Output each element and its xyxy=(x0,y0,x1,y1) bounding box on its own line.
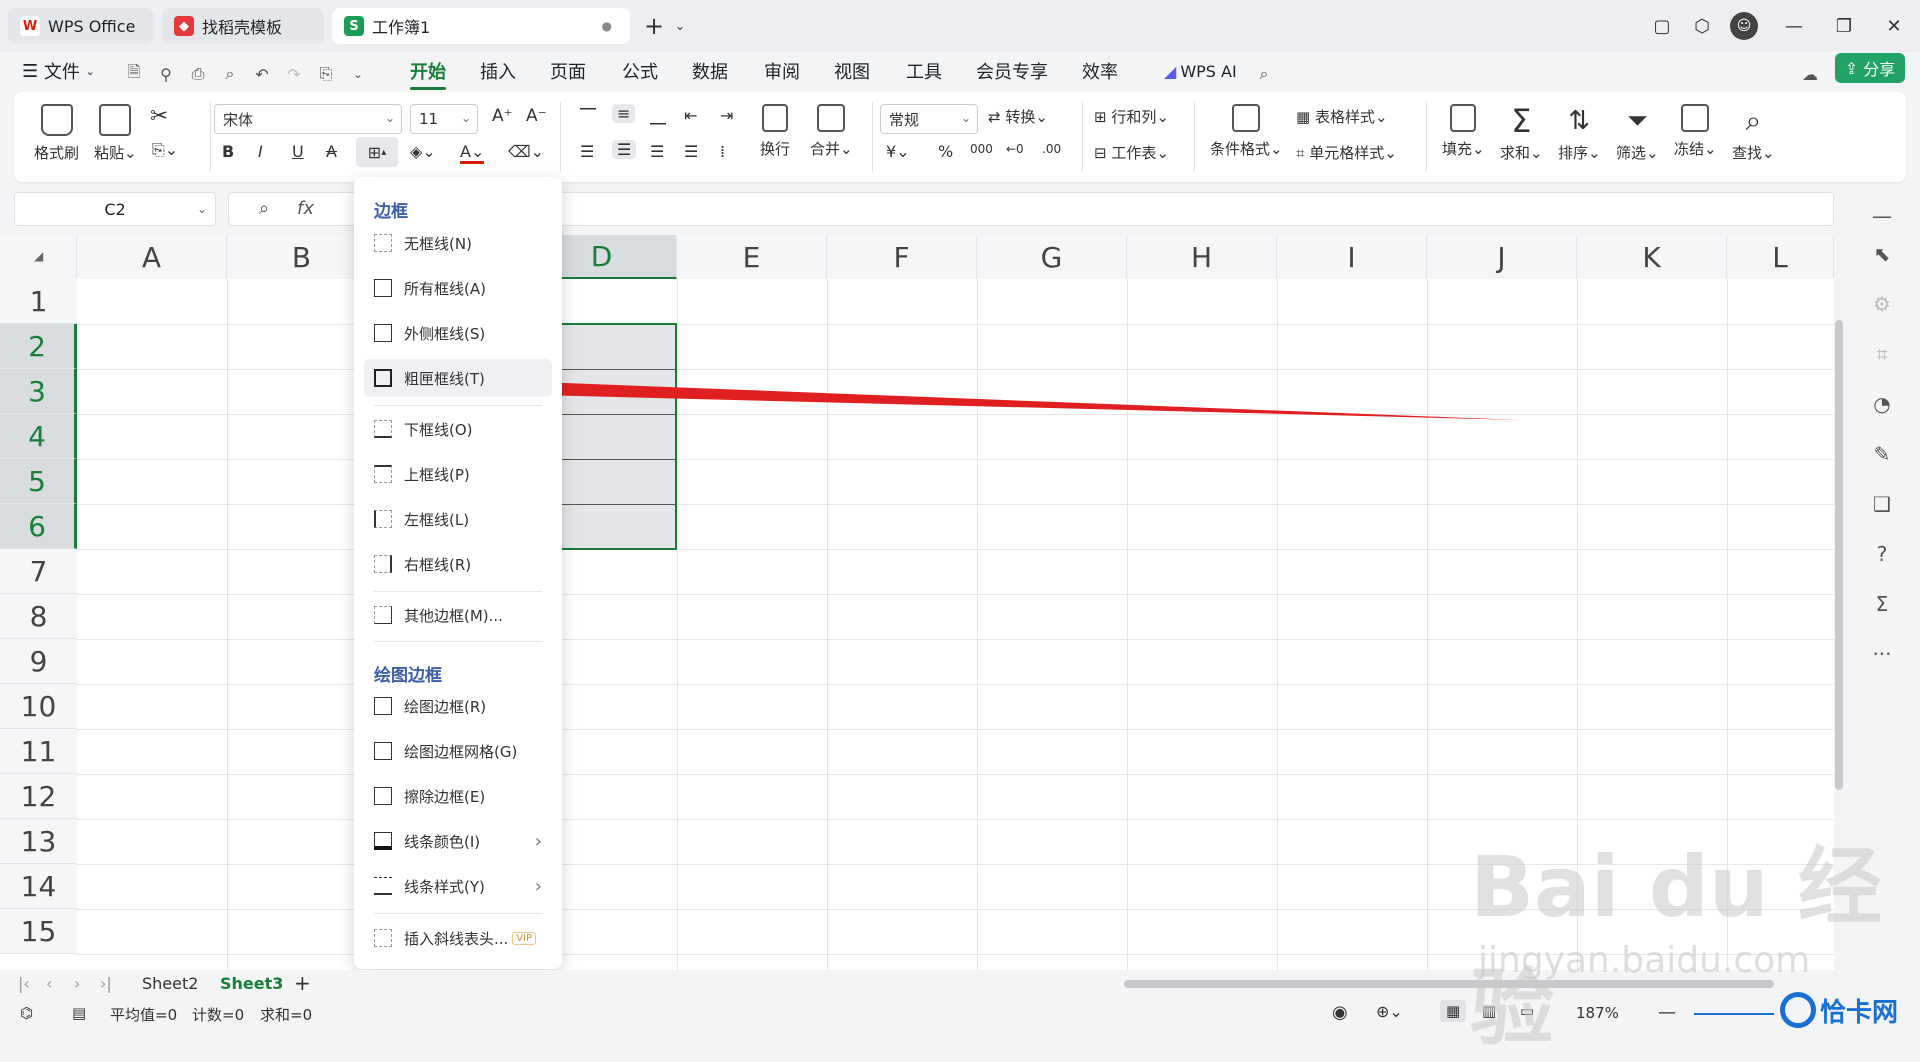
left-border-icon xyxy=(374,510,392,528)
item-label: 其他边框(M)... xyxy=(404,606,503,625)
diagonal-header-icon xyxy=(374,929,392,947)
item-label: 下框线(O) xyxy=(404,420,473,439)
macro-icon[interactable]: ⌬ xyxy=(20,1004,33,1022)
menu-item-outside-borders[interactable]: 外侧框线(S) xyxy=(364,314,552,352)
sheet-tab-sheet2[interactable]: Sheet2 xyxy=(142,974,198,993)
more-borders-icon xyxy=(374,606,392,624)
line-color-icon xyxy=(374,832,392,850)
chevron-right-icon: › xyxy=(534,875,542,897)
item-label: 绘图边框网格(G) xyxy=(404,742,518,761)
item-label: 粗匣框线(T) xyxy=(404,369,485,388)
menu-item-all-borders[interactable]: 所有框线(A) xyxy=(364,269,552,307)
menu-divider xyxy=(374,913,542,914)
section-title-border: 边框 xyxy=(374,202,408,222)
first-sheet-icon[interactable]: |‹ xyxy=(18,974,30,993)
top-border-icon xyxy=(374,465,392,483)
menu-item-bottom-border[interactable]: 下框线(O) xyxy=(364,410,552,448)
help-icon[interactable]: ? xyxy=(1870,542,1894,566)
qiaka-logo-icon xyxy=(1780,992,1816,1028)
all-borders-icon xyxy=(374,279,392,297)
menu-divider xyxy=(374,405,542,406)
menu-item-thick-box-border[interactable]: 粗匣框线(T) xyxy=(364,359,552,397)
normal-view-icon[interactable]: ▦ xyxy=(1440,1000,1467,1022)
erase-border-icon xyxy=(374,787,392,805)
menu-item-more-borders[interactable]: 其他边框(M)... xyxy=(364,596,552,634)
crop-icon[interactable]: ⌗ xyxy=(1870,342,1894,366)
chart-icon[interactable]: ◔ xyxy=(1870,392,1894,416)
adjust-icon[interactable]: ⚙ xyxy=(1870,292,1894,316)
vip-badge: VIP xyxy=(512,931,536,945)
item-label: 擦除边框(E) xyxy=(404,787,486,806)
draw-border-icon xyxy=(374,697,392,715)
book-icon[interactable]: ❑ xyxy=(1870,492,1894,516)
doc-status-icon[interactable]: ▤ xyxy=(72,1004,86,1022)
no-border-icon xyxy=(374,234,392,252)
item-label: 插入斜线表头... xyxy=(404,929,509,948)
section-title-draw-border: 绘图边框 xyxy=(374,666,442,686)
menu-item-no-border[interactable]: 无框线(N) xyxy=(364,224,552,262)
bottom-border-icon xyxy=(374,420,392,438)
menu-item-left-border[interactable]: 左框线(L) xyxy=(364,500,552,538)
view-mode-icon[interactable]: ⊕⌄ xyxy=(1376,1002,1403,1021)
next-sheet-icon[interactable]: › xyxy=(74,974,80,993)
qiaka-logo: 恰卡网 xyxy=(1780,990,1920,1030)
status-average: 平均值=0 xyxy=(110,1006,178,1024)
item-label: 无框线(N) xyxy=(404,234,472,253)
menu-item-top-border[interactable]: 上框线(P) xyxy=(364,455,552,493)
line-style-icon xyxy=(374,877,392,895)
item-label: 绘图边框(R) xyxy=(404,697,487,716)
tools-icon[interactable]: ✎ xyxy=(1870,442,1894,466)
arrow-shaft xyxy=(488,380,1520,420)
select-cursor-icon[interactable]: ⬉ xyxy=(1870,242,1894,266)
add-sheet-icon[interactable]: + xyxy=(294,971,311,995)
draw-border-grid-icon xyxy=(374,742,392,760)
menu-item-line-style[interactable]: 线条样式(Y) › xyxy=(364,867,552,905)
thick-box-border-icon xyxy=(374,369,392,387)
status-sum: 求和=0 xyxy=(260,1006,313,1024)
formula-sum-icon[interactable]: Σ xyxy=(1870,592,1894,616)
right-border-icon xyxy=(374,555,392,573)
status-count: 计数=0 xyxy=(192,1006,245,1024)
menu-item-draw-border-grid[interactable]: 绘图边框网格(G) xyxy=(364,732,552,770)
border-dropdown-menu: 边框 无框线(N) 所有框线(A) 外侧框线(S) 粗匣框线(T) 下框线(O)… xyxy=(354,177,562,969)
sheet-tab-sheet3[interactable]: Sheet3 xyxy=(220,974,283,993)
item-label: 外侧框线(S) xyxy=(404,324,486,343)
baidu-url-watermark: jingyan.baidu.com xyxy=(1478,940,1811,981)
menu-item-diagonal-header[interactable]: 插入斜线表头... VIP xyxy=(364,919,552,957)
menu-divider xyxy=(374,591,542,592)
collapse-icon[interactable]: — xyxy=(1870,204,1894,228)
eye-icon[interactable]: ◉ xyxy=(1332,1002,1348,1023)
menu-item-draw-border[interactable]: 绘图边框(R) xyxy=(364,687,552,725)
menu-item-erase-border[interactable]: 擦除边框(E) xyxy=(364,777,552,815)
more-icon[interactable]: ··· xyxy=(1870,642,1894,666)
outside-borders-icon xyxy=(374,324,392,342)
chevron-right-icon: › xyxy=(534,830,542,852)
item-label: 右框线(R) xyxy=(404,555,472,574)
item-label: 所有框线(A) xyxy=(404,279,486,298)
prev-sheet-icon[interactable]: ‹ xyxy=(46,974,52,993)
item-label: 线条颜色(I) xyxy=(404,832,481,851)
menu-item-line-color[interactable]: 线条颜色(I) › xyxy=(364,822,552,860)
item-label: 左框线(L) xyxy=(404,510,470,529)
item-label: 上框线(P) xyxy=(404,465,470,484)
qiaka-logo-label: 恰卡网 xyxy=(1820,997,1899,1028)
menu-divider xyxy=(374,641,542,642)
item-label: 线条样式(Y) xyxy=(404,877,485,896)
last-sheet-icon[interactable]: ›| xyxy=(100,974,112,993)
menu-item-right-border[interactable]: 右框线(R) xyxy=(364,545,552,583)
